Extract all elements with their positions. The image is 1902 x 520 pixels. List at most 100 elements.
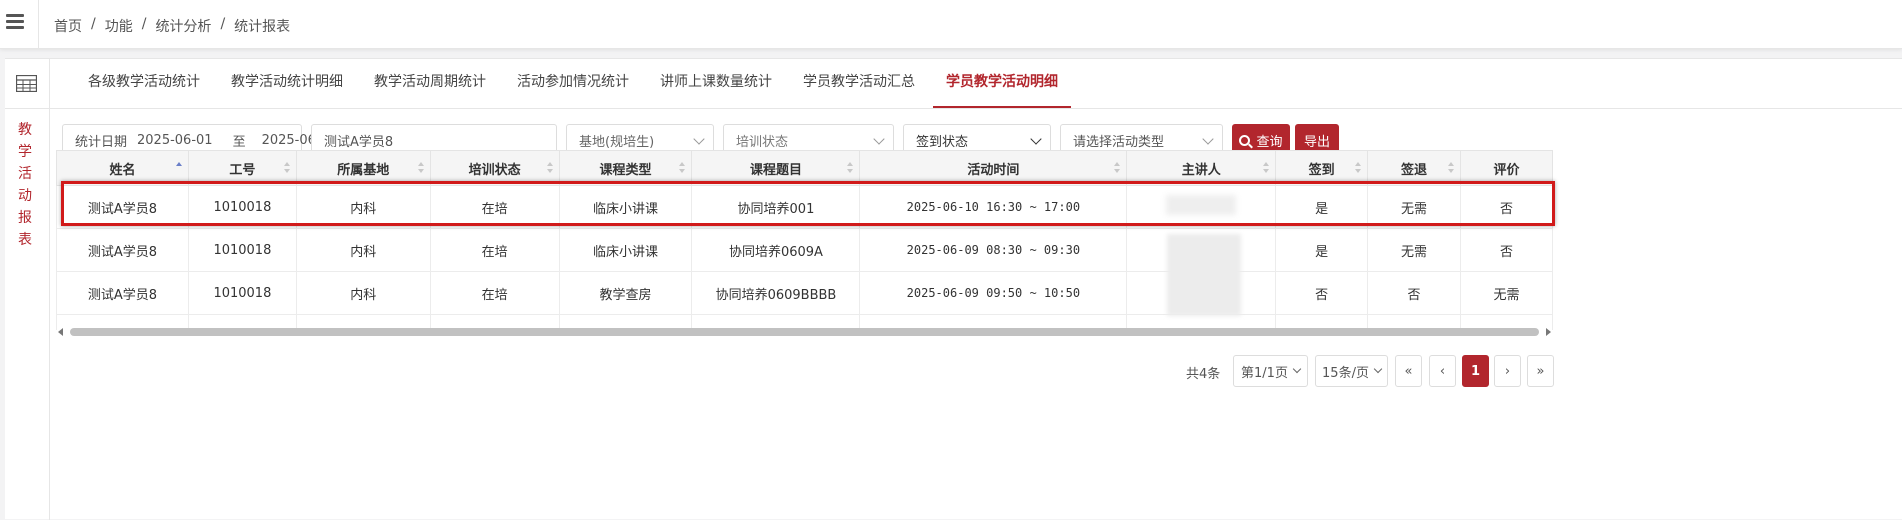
divider — [5, 108, 50, 109]
breadcrumb-item-reports: 统计报表 — [234, 19, 291, 35]
cell-name: 测试A学员8 — [56, 271, 189, 315]
column-header-base[interactable]: 所属基地 — [295, 150, 431, 186]
cell-activity-time: 2025-06-09 09:50 ~ 10:50 — [859, 271, 1128, 315]
cell-id: 1010018 — [187, 185, 297, 229]
last-page-button[interactable]: » — [1527, 355, 1554, 387]
sort-icon[interactable] — [1263, 162, 1270, 174]
sort-icon[interactable] — [1114, 162, 1121, 174]
chevron-down-icon — [693, 133, 705, 145]
table-icon[interactable] — [16, 75, 37, 92]
chevron-down-icon — [873, 133, 885, 145]
sort-icon[interactable] — [417, 162, 424, 174]
breadcrumb-item-home[interactable]: 首页 — [54, 16, 82, 36]
sort-asc-icon[interactable] — [175, 162, 182, 174]
divider — [50, 108, 1902, 109]
sort-icon[interactable] — [679, 162, 686, 174]
column-header-training-status[interactable]: 培训状态 — [429, 150, 560, 186]
tab-participation-stats[interactable]: 活动参加情况统计 — [504, 59, 642, 109]
cell-course-title: 协同培养001 — [691, 185, 861, 229]
redacted-value — [1166, 195, 1237, 215]
prev-page-button[interactable]: ‹ — [1429, 355, 1456, 387]
breadcrumb: 首页 / 功能 / 统计分析 / 统计报表 — [54, 16, 291, 36]
tab-student-detail[interactable]: 学员教学活动明细 — [933, 59, 1071, 109]
cell-training-status: 在培 — [429, 185, 560, 229]
column-header-sign-out[interactable]: 签退 — [1367, 150, 1461, 186]
cell-base: 内科 — [295, 271, 431, 315]
sort-icon[interactable] — [847, 162, 854, 174]
first-page-button[interactable]: « — [1395, 355, 1422, 387]
column-header-course-title[interactable]: 课程题目 — [691, 150, 861, 186]
chevron-down-icon — [1202, 133, 1214, 145]
cell-course-type: 教学查房 — [558, 271, 693, 315]
cell-activity-time: 2025-06-10 16:30 ~ 17:00 — [859, 185, 1128, 229]
page-size-select[interactable]: 15条/页 — [1315, 355, 1388, 387]
column-header-activity-time[interactable]: 活动时间 — [859, 150, 1128, 186]
breadcrumb-item-analysis[interactable]: 统计分析 — [155, 16, 211, 36]
sort-icon[interactable] — [546, 162, 553, 174]
column-header-sign-in[interactable]: 签到 — [1275, 150, 1369, 186]
sort-icon[interactable] — [1355, 162, 1362, 174]
tab-level-stats[interactable]: 各级教学活动统计 — [75, 59, 213, 109]
divider — [38, 0, 39, 49]
cell-training-status: 在培 — [429, 228, 560, 272]
tab-period-stats[interactable]: 教学活动周期统计 — [361, 59, 499, 109]
total-count: 共4条 — [1186, 367, 1221, 382]
cell-sign-out: 否 — [1367, 271, 1461, 315]
cell-sign-out: 无需 — [1367, 185, 1461, 229]
column-header-evaluation[interactable]: 评价 — [1459, 150, 1553, 186]
column-header-id[interactable]: 工号 — [187, 150, 297, 186]
cell-id: 1010018 — [187, 228, 297, 272]
cell-activity-time: 2025-06-09 08:30 ~ 09:30 — [859, 228, 1128, 272]
page-info-select[interactable]: 第1/1页 — [1233, 355, 1308, 387]
column-header-lecturer[interactable]: 主讲人 — [1126, 150, 1277, 186]
cell-evaluation: 无需 — [1459, 271, 1553, 315]
page-1-button[interactable]: 1 — [1462, 355, 1489, 387]
tab-lecturer-stats[interactable]: 讲师上课数量统计 — [647, 59, 785, 109]
table-row[interactable]: 测试A学员8 1010018 内科 在培 临床小讲课 协同培养001 2025-06-10 … — [56, 185, 1553, 229]
chevron-down-icon — [1292, 364, 1302, 374]
scroll-right-icon[interactable] — [1546, 328, 1551, 336]
tab-student-summary[interactable]: 学员教学活动汇总 — [790, 59, 928, 109]
date-from[interactable]: 2025-06-01 — [137, 133, 213, 148]
cell-training-status: 在培 — [429, 271, 560, 315]
horizontal-scrollbar[interactable] — [56, 326, 1553, 338]
left-sidebar: 教 学 活 动 报 表 — [5, 59, 50, 520]
cell-course-title: 协同培养0609BBBB — [691, 271, 861, 315]
sort-icon[interactable] — [283, 162, 290, 174]
data-table: 姓名 工号 所属基地 培训状态 课程类型 课程题目 活动时间 主讲人 签到 签退… — [56, 150, 1553, 330]
chevron-down-icon — [1030, 133, 1042, 145]
cell-base: 内科 — [295, 228, 431, 272]
cell-base: 内科 — [295, 185, 431, 229]
table-header-row: 姓名 工号 所属基地 培训状态 课程类型 课程题目 活动时间 主讲人 签到 签退… — [56, 150, 1553, 186]
next-page-button[interactable]: › — [1494, 355, 1521, 387]
scrollbar-thumb[interactable] — [70, 328, 1539, 336]
report-tabs: 各级教学活动统计 教学活动统计明细 教学活动周期统计 活动参加情况统计 讲师上课… — [75, 59, 1076, 109]
table-row[interactable]: 测试A学员8 1010018 内科 在培 临床小讲课 协同培养0609A 2025-06-0… — [56, 228, 1553, 272]
sidebar-title: 教 学 活 动 报 表 — [18, 122, 32, 248]
sort-icon[interactable] — [1447, 162, 1454, 174]
table-row[interactable]: 测试A学员8 1010018 内科 在培 教学查房 协同培养0609BBBB 2025-06… — [56, 271, 1553, 315]
menu-icon[interactable] — [6, 14, 24, 32]
cell-evaluation: 否 — [1459, 228, 1553, 272]
cell-course-type: 临床小讲课 — [558, 228, 693, 272]
column-header-course-type[interactable]: 课程类型 — [558, 150, 693, 186]
redacted-lecturer — [1167, 234, 1241, 316]
tab-activity-detail[interactable]: 教学活动统计明细 — [218, 59, 356, 109]
cell-evaluation: 否 — [1459, 185, 1553, 229]
cell-course-title: 协同培养0609A — [691, 228, 861, 272]
pagination: 共4条 第1/1页 15条/页 « ‹ 1 › » — [0, 355, 1902, 387]
cell-sign-in: 否 — [1275, 271, 1369, 315]
scroll-left-icon[interactable] — [58, 328, 63, 336]
chevron-down-icon — [1373, 364, 1383, 374]
search-icon — [1239, 135, 1251, 146]
cell-id: 1010018 — [187, 271, 297, 315]
cell-lecturer — [1126, 185, 1277, 229]
cell-sign-out: 无需 — [1367, 228, 1461, 272]
top-bar: 首页 / 功能 / 统计分析 / 统计报表 — [0, 0, 1902, 49]
breadcrumb-item-function[interactable]: 功能 — [105, 16, 133, 36]
cell-sign-in: 是 — [1275, 228, 1369, 272]
cell-sign-in: 是 — [1275, 185, 1369, 229]
column-header-name[interactable]: 姓名 — [56, 150, 189, 186]
cell-course-type: 临床小讲课 — [558, 185, 693, 229]
cell-name: 测试A学员8 — [56, 185, 189, 229]
